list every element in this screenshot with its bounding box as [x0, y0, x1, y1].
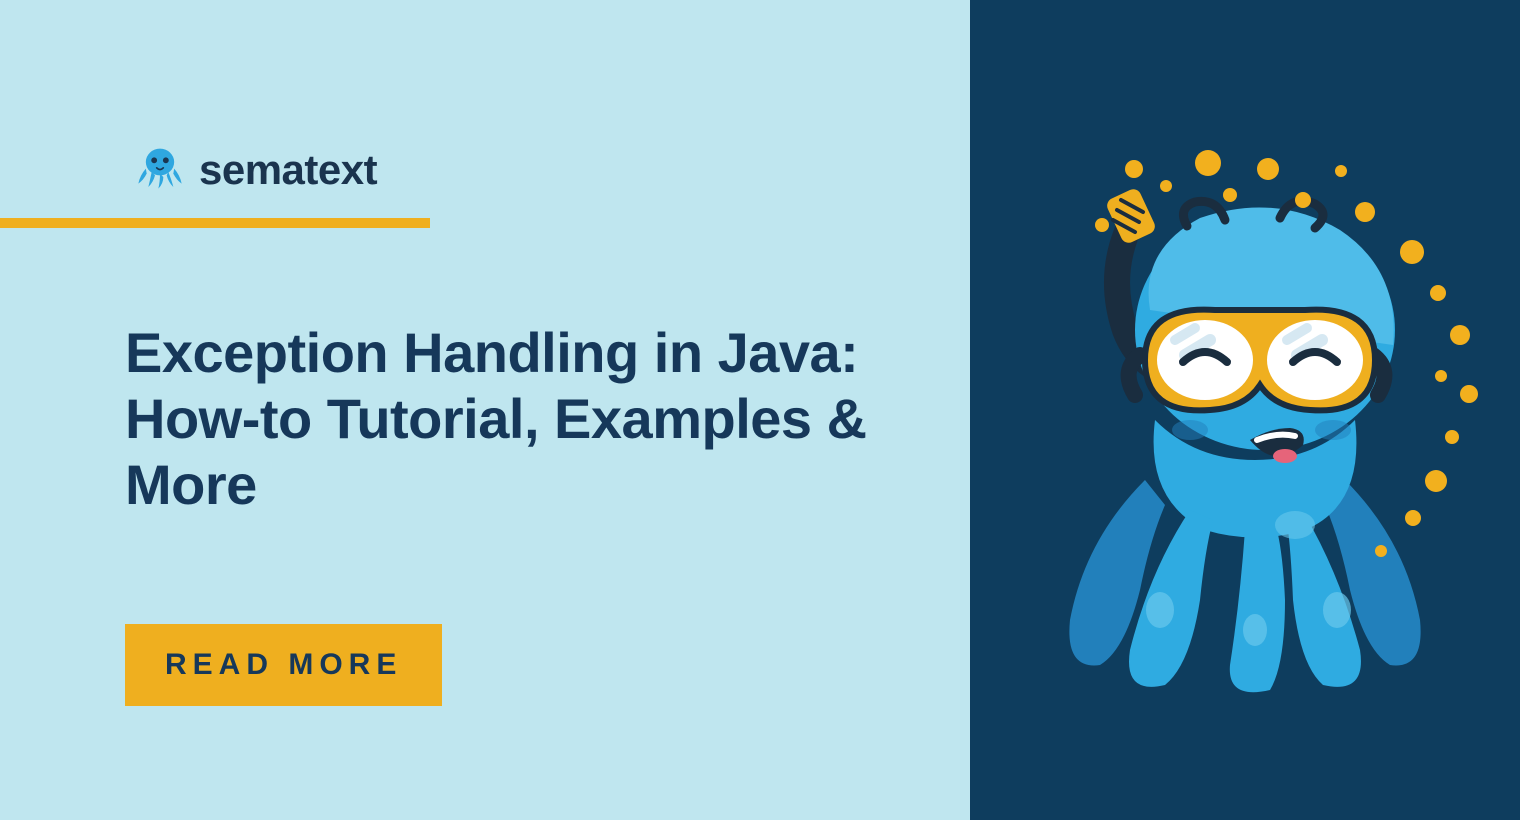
octopus-mascot-icon — [995, 110, 1495, 710]
article-title: Exception Handling in Java: How-to Tutor… — [125, 320, 895, 518]
read-more-button[interactable]: READ MORE — [125, 624, 442, 706]
octopus-logo-icon — [135, 145, 185, 194]
brand-name: sematext — [199, 146, 377, 194]
accent-underline — [0, 218, 430, 228]
left-panel: sematext Exception Handling in Java: How… — [0, 0, 970, 820]
brand-logo: sematext — [135, 145, 377, 194]
right-panel — [970, 0, 1520, 820]
mascot-illustration — [995, 110, 1495, 710]
